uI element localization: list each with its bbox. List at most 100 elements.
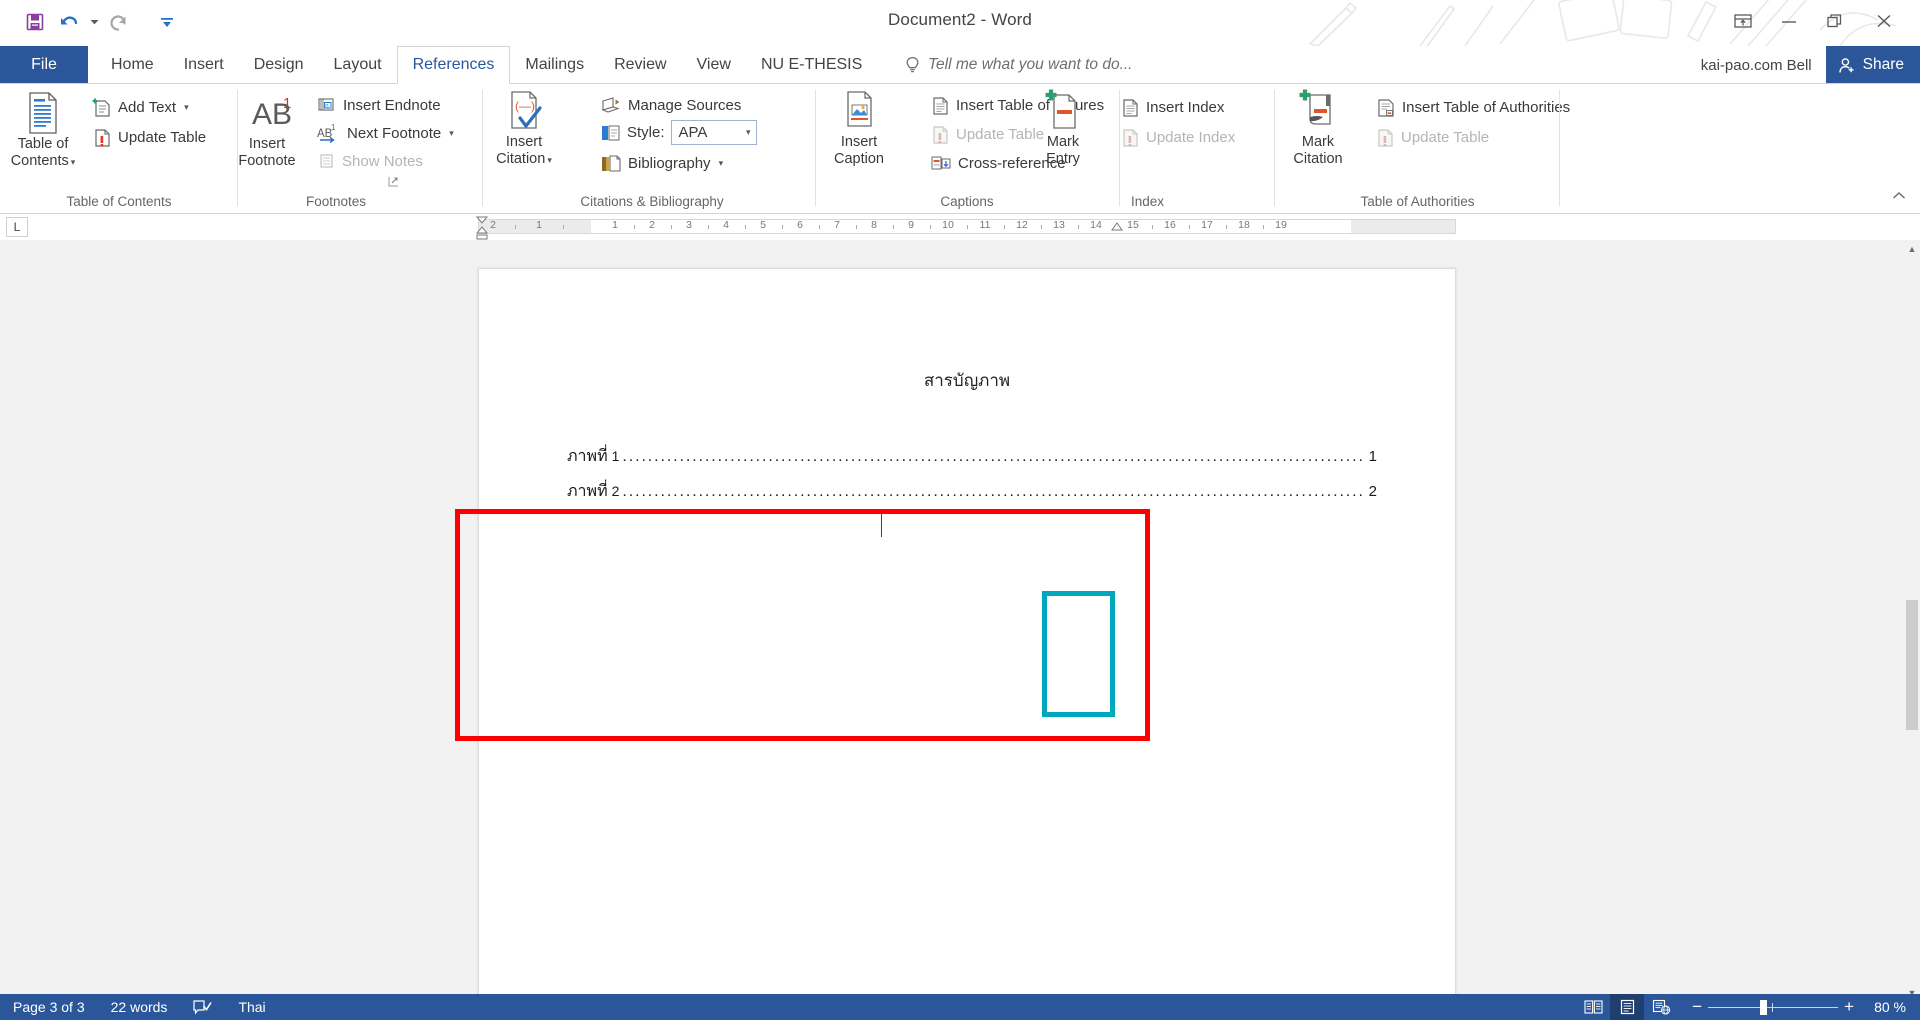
first-line-indent-marker[interactable] <box>474 216 490 240</box>
tab-nu-ethesis[interactable]: NU E-THESIS <box>746 46 877 84</box>
horizontal-ruler[interactable]: 2 1 1 2 3 4 5 6 7 8 9 10 11 12 13 14 15 … <box>478 219 1456 234</box>
ribbon-group-label-citations: Citations & Bibliography <box>580 194 724 209</box>
ribbon-group-citations-commands: Manage Sources Style: APA ▾ Bibliography… <box>580 84 816 214</box>
next-footnote-button[interactable]: AB 1 Next Footnote ▾ <box>316 120 454 146</box>
ruler-number: 4 <box>723 219 729 231</box>
insert-endnote-icon: n <box>316 95 337 115</box>
chevron-down-icon[interactable]: ▾ <box>719 158 724 169</box>
figure-entry-page: 2 <box>1368 483 1377 500</box>
style-label: Style: <box>627 124 665 141</box>
insert-footnote-label-line1: Insert <box>248 136 286 152</box>
tab-references[interactable]: References <box>396 46 511 84</box>
ruler-right-margin <box>1351 220 1455 233</box>
word-count[interactable]: 22 words <box>98 994 181 1020</box>
tab-home[interactable]: Home <box>96 46 169 84</box>
proofing-errors-icon[interactable] <box>180 994 225 1020</box>
show-notes-label: Show Notes <box>342 152 423 170</box>
chevron-down-icon[interactable]: ▾ <box>71 157 76 167</box>
right-indent-marker[interactable] <box>1110 216 1124 232</box>
minimize-icon[interactable] <box>1766 4 1812 38</box>
chevron-down-icon[interactable]: ▾ <box>184 102 189 113</box>
show-notes-icon <box>316 151 336 171</box>
chevron-down-icon[interactable]: ▾ <box>449 128 454 139</box>
insert-index-button[interactable]: Insert Index <box>1120 94 1224 120</box>
text-cursor <box>881 511 882 537</box>
insert-citation-label-line2: Citation <box>496 151 546 168</box>
add-text-button[interactable]: Add Text ▾ <box>92 94 189 120</box>
table-of-contents-label-line2: Contents <box>10 153 69 170</box>
citation-style-select[interactable]: APA ▾ <box>670 120 757 145</box>
table-of-contents-button[interactable]: Table of Contents ▾ <box>0 90 86 170</box>
manage-sources-button[interactable]: Manage Sources <box>600 92 741 118</box>
scrollbar-thumb[interactable] <box>1906 600 1918 730</box>
update-table-toc-button[interactable]: Update Table <box>92 124 206 150</box>
tab-insert[interactable]: Insert <box>169 46 239 84</box>
page-indicator[interactable]: Page 3 of 3 <box>0 994 98 1020</box>
vertical-scrollbar[interactable]: ▲ ▼ <box>1904 240 1920 1002</box>
insert-table-of-authorities-button[interactable]: Insert Table of Authorities <box>1375 94 1570 120</box>
chevron-down-icon[interactable]: ▾ <box>746 127 751 138</box>
document-page[interactable]: สารบัญภาพ ภาพที่ 1 .....................… <box>478 268 1456 1002</box>
zoom-slider-thumb[interactable] <box>1760 1000 1768 1015</box>
bibliography-button[interactable]: Bibliography ▾ <box>600 150 723 176</box>
tab-file[interactable]: File <box>0 46 88 84</box>
read-mode-icon[interactable] <box>1576 994 1610 1020</box>
insert-citation-icon: (—) <box>502 88 546 134</box>
close-icon[interactable] <box>1858 4 1910 38</box>
zoom-level[interactable]: 80 % <box>1868 999 1920 1015</box>
insert-footnote-label-line2: Footnote <box>238 153 296 170</box>
insert-caption-button[interactable]: Insert Caption <box>816 88 902 168</box>
zoom-in-button[interactable]: + <box>1838 994 1860 1020</box>
tab-mailings[interactable]: Mailings <box>510 46 599 84</box>
scroll-up-icon[interactable]: ▲ <box>1904 240 1920 258</box>
manage-sources-label: Manage Sources <box>628 96 742 114</box>
citation-style-row: Style: APA ▾ <box>600 120 757 145</box>
insert-citation-button[interactable]: (—) Insert Citation ▾ <box>481 88 567 168</box>
print-layout-icon[interactable] <box>1610 994 1645 1020</box>
zoom-slider[interactable]: − + <box>1678 994 1868 1020</box>
mark-entry-label-line2: Entry <box>1046 151 1080 168</box>
insert-footnote-button[interactable]: AB 1 Insert Footnote <box>224 90 310 170</box>
user-area: kai-pao.com Bell Share <box>1701 46 1920 84</box>
ribbon-display-options-icon[interactable] <box>1720 4 1766 38</box>
table-of-figures-row[interactable]: ภาพที่ 1 ...............................… <box>567 444 1377 469</box>
tab-layout[interactable]: Layout <box>319 46 397 84</box>
tab-design[interactable]: Design <box>239 46 319 84</box>
insert-endnote-button[interactable]: n Insert Endnote <box>316 92 441 118</box>
update-index-icon <box>1120 127 1140 148</box>
tab-stop-selector[interactable]: L <box>6 217 28 237</box>
document-canvas[interactable]: สารบัญภาพ ภาพที่ 1 .....................… <box>0 240 1920 1002</box>
ribbon: Table of Contents ▾ Add Text ▾ Update Ta… <box>0 84 1920 214</box>
mark-entry-button[interactable]: Mark Entry <box>1020 88 1106 168</box>
web-layout-icon[interactable] <box>1644 994 1678 1020</box>
update-table-toa-button: Update Table <box>1375 124 1489 150</box>
mark-entry-label-line1: Mark <box>1046 134 1080 150</box>
footnotes-dialog-launcher[interactable] <box>388 176 400 188</box>
ruler-number: 14 <box>1090 219 1102 231</box>
mark-citation-button[interactable]: Mark Citation <box>1275 88 1361 168</box>
insert-citation-label-line1: Insert <box>505 134 543 150</box>
insert-table-of-authorities-label: Insert Table of Authorities <box>1402 98 1571 116</box>
ruler-number: 11 <box>979 219 991 231</box>
collapse-ribbon-icon[interactable] <box>1892 190 1906 202</box>
account-name[interactable]: kai-pao.com Bell <box>1701 57 1812 74</box>
insert-table-of-authorities-icon <box>1375 97 1396 118</box>
table-of-contents-label-line1: Table of <box>17 136 69 152</box>
zoom-out-button[interactable]: − <box>1686 994 1708 1020</box>
tab-view[interactable]: View <box>682 46 746 84</box>
tell-me-box[interactable]: Tell me what you want to do... <box>905 46 1132 84</box>
tab-review[interactable]: Review <box>599 46 681 84</box>
ruler-number: 1 <box>536 219 542 231</box>
zoom-slider-track[interactable] <box>1708 994 1839 1020</box>
ribbon-tab-strip: File Home Insert Design Layout Reference… <box>0 46 1920 84</box>
language-indicator[interactable]: Thai <box>225 994 278 1020</box>
lightbulb-icon <box>905 56 920 75</box>
ribbon-group-label-index: Index <box>1130 194 1165 209</box>
ruler-number: 8 <box>871 219 877 231</box>
update-table-icon <box>1375 127 1395 148</box>
figure-entry-label: ภาพที่ <box>567 448 608 465</box>
chevron-down-icon[interactable]: ▾ <box>547 155 552 165</box>
table-of-figures-row[interactable]: ภาพที่ 2 ...............................… <box>567 479 1377 504</box>
restore-icon[interactable] <box>1812 4 1858 38</box>
share-button[interactable]: Share <box>1825 46 1920 84</box>
